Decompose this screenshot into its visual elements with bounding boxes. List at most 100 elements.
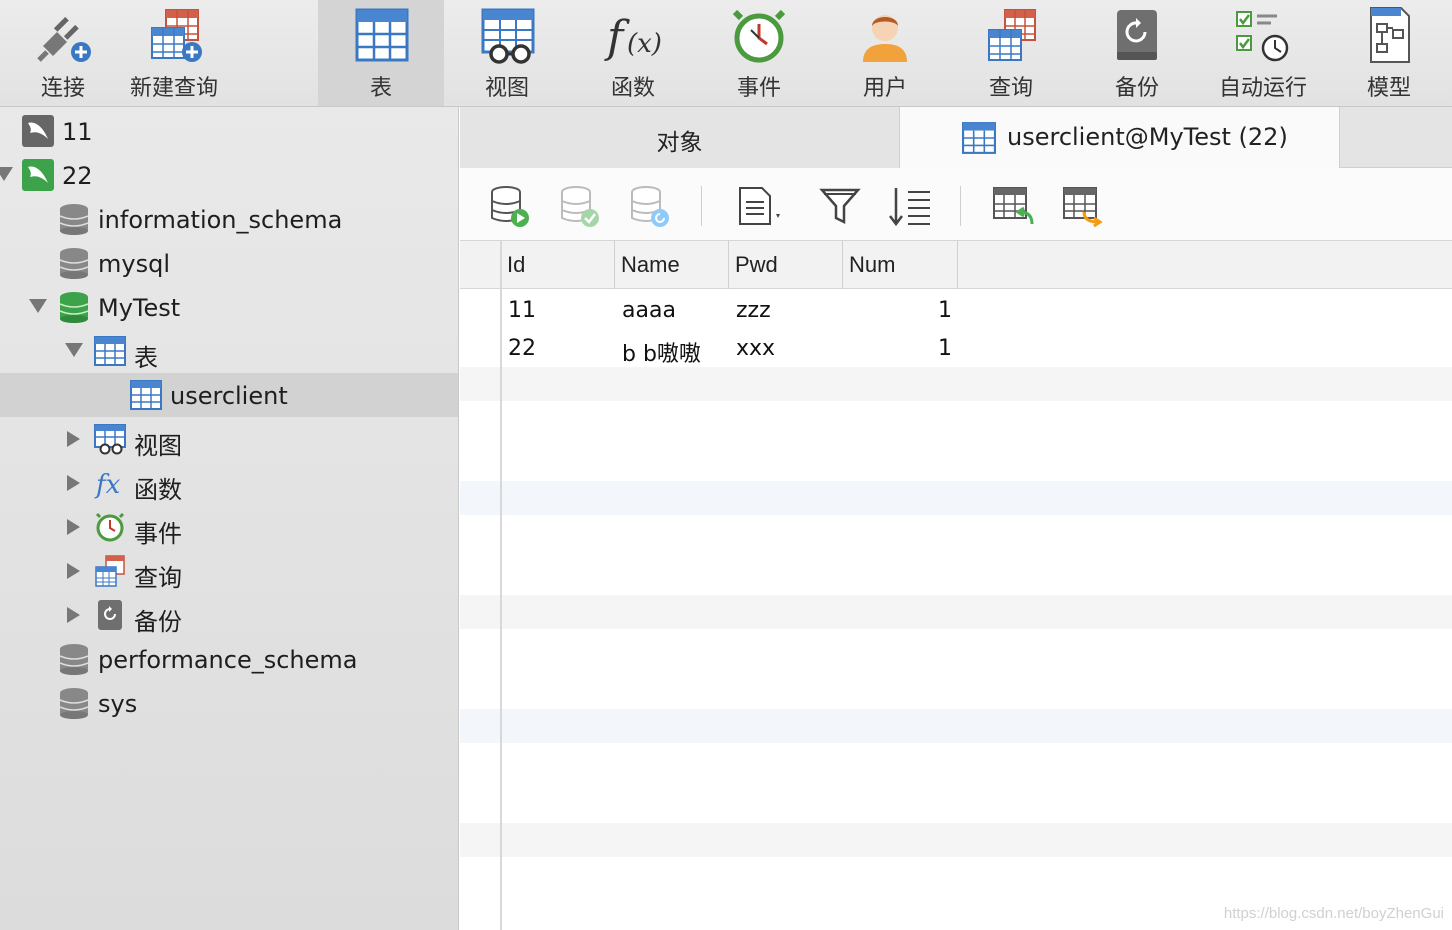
tree-node-queries[interactable]: 查询 [0, 549, 458, 593]
tree-node-backups[interactable]: 备份 [0, 593, 458, 637]
cell-id[interactable]: 11 [508, 298, 536, 323]
data-action-bar [460, 168, 1452, 241]
grid-empty-row [460, 481, 1452, 515]
tree-node-views[interactable]: 视图 [0, 417, 458, 461]
toolbar-event-button[interactable]: 事件 [696, 0, 822, 106]
query-icon [95, 555, 125, 587]
database-icon [59, 292, 89, 323]
tree-db-label: MyTest [98, 294, 181, 322]
table-icon [94, 336, 126, 366]
tree-db-performance-schema[interactable]: performance_schema [0, 637, 458, 681]
tab-userclient-data[interactable]: userclient@MyTest (22) [900, 107, 1340, 168]
toolbar-connect-label: 连接 [40, 76, 85, 101]
auto-run-icon [1236, 11, 1289, 62]
collapse-arrow-icon[interactable] [67, 475, 80, 491]
tree-node-tables[interactable]: 表 [0, 329, 458, 373]
tree-connection-11[interactable]: 11 [0, 109, 458, 153]
tree-db-sys[interactable]: sys [0, 681, 458, 725]
tab-objects-label: 对象 [656, 130, 703, 156]
toolbar-separator [960, 186, 961, 226]
tree-db-information-schema[interactable]: information_schema [0, 197, 458, 241]
collapse-arrow-icon[interactable] [67, 607, 80, 623]
column-header-num[interactable]: Num [843, 241, 958, 289]
backup-icon [1117, 10, 1157, 60]
cell-name[interactable]: aaaa [622, 298, 676, 323]
import-icon[interactable] [992, 184, 1036, 228]
row-number-header [460, 241, 501, 289]
grid-empty-row [460, 595, 1452, 629]
toolbar-table-button[interactable]: 表 [318, 0, 444, 106]
cell-pwd[interactable]: zzz [736, 298, 771, 323]
database-icon [59, 204, 89, 235]
mysql-connection-icon [22, 115, 54, 147]
toolbar-query-button[interactable]: 查询 [948, 0, 1074, 106]
cell-pwd[interactable]: xxx [736, 336, 775, 361]
grid-empty-row [460, 709, 1452, 743]
mysql-connection-icon [22, 159, 54, 191]
cell-id[interactable]: 22 [508, 336, 536, 361]
expand-arrow-icon[interactable] [65, 343, 83, 357]
text-document-icon[interactable] [736, 184, 780, 228]
begin-transaction-icon[interactable] [488, 184, 532, 228]
cell-name[interactable]: b b嗷嗷 [622, 336, 701, 368]
database-icon [59, 248, 89, 279]
rollback-icon[interactable] [628, 184, 672, 228]
tree-node-functions[interactable]: fx 函数 [0, 461, 458, 505]
toolbar-function-button[interactable]: f (x) 函数 [570, 0, 696, 106]
table-icon [962, 122, 996, 154]
export-icon[interactable] [1062, 184, 1106, 228]
toolbar-user-label: 用户 [862, 76, 907, 101]
column-header-name[interactable]: Name [615, 241, 729, 289]
svg-text:(x): (x) [627, 29, 662, 59]
column-header-pwd[interactable]: Pwd [729, 241, 843, 289]
toolbar-separator [701, 186, 702, 226]
toolbar-model-button[interactable]: 模型 [1326, 0, 1452, 106]
tree-db-mysql[interactable]: mysql [0, 241, 458, 285]
toolbar-backup-label: 备份 [1114, 76, 1159, 101]
column-header-label: Pwd [735, 252, 778, 277]
tree-db-label: sys [98, 690, 138, 718]
model-icon [1370, 7, 1410, 63]
tree-db-label: information_schema [98, 206, 343, 234]
connection-tree: 11 22 information_schema mysql MyTest 表 … [0, 107, 459, 930]
sort-icon[interactable] [888, 184, 932, 228]
toolbar-event-label: 事件 [736, 76, 781, 101]
commit-icon[interactable] [558, 184, 602, 228]
toolbar-function-label: 函数 [610, 76, 655, 101]
user-icon [863, 15, 907, 62]
main-toolbar: 连接 新建查询 表 视图 f (x) 函数 事件 用户 查询 备份 自动运行 模… [0, 0, 1452, 107]
database-icon [59, 644, 89, 675]
toolbar-connect-button[interactable]: 连接 [0, 0, 126, 106]
column-header-id[interactable]: Id [501, 241, 615, 289]
table-icon [130, 380, 162, 410]
toolbar-view-button[interactable]: 视图 [444, 0, 570, 106]
function-fx-icon: fx [94, 470, 121, 499]
tree-node-events[interactable]: 事件 [0, 505, 458, 549]
toolbar-backup-button[interactable]: 备份 [1074, 0, 1200, 106]
collapse-arrow-icon[interactable] [67, 519, 80, 535]
tree-connection-22[interactable]: 22 [0, 153, 458, 197]
expand-arrow-icon[interactable] [0, 167, 13, 181]
tree-db-mytest[interactable]: MyTest [0, 285, 458, 329]
toolbar-user-button[interactable]: 用户 [822, 0, 948, 106]
watermark: https://blog.csdn.net/boyZhenGui [1223, 905, 1444, 922]
tab-objects[interactable]: 对象 [460, 107, 900, 168]
cell-num[interactable]: 1 [938, 336, 952, 361]
grid-header: Id Name Pwd Num [460, 241, 1452, 289]
toolbar-new-query-button[interactable]: 新建查询 [111, 0, 237, 106]
toolbar-auto-run-button[interactable]: 自动运行 [1200, 0, 1326, 106]
collapse-arrow-icon[interactable] [67, 563, 80, 579]
plug-connect-icon [37, 16, 91, 62]
expand-arrow-icon[interactable] [29, 299, 47, 313]
toolbar-table-label: 表 [369, 76, 392, 101]
tree-node-label: 备份 [134, 608, 182, 636]
tab-bar: 对象 userclient@MyTest (22) [460, 107, 1452, 168]
cell-num[interactable]: 1 [938, 298, 952, 323]
tree-node-label: 事件 [134, 520, 182, 548]
toolbar-query-label: 查询 [988, 76, 1033, 101]
function-fx-icon: f (x) [604, 12, 662, 63]
tree-table-userclient[interactable]: userclient [0, 373, 458, 417]
collapse-arrow-icon[interactable] [67, 431, 80, 447]
tree-node-label: 表 [134, 344, 158, 372]
filter-icon[interactable] [818, 184, 862, 228]
